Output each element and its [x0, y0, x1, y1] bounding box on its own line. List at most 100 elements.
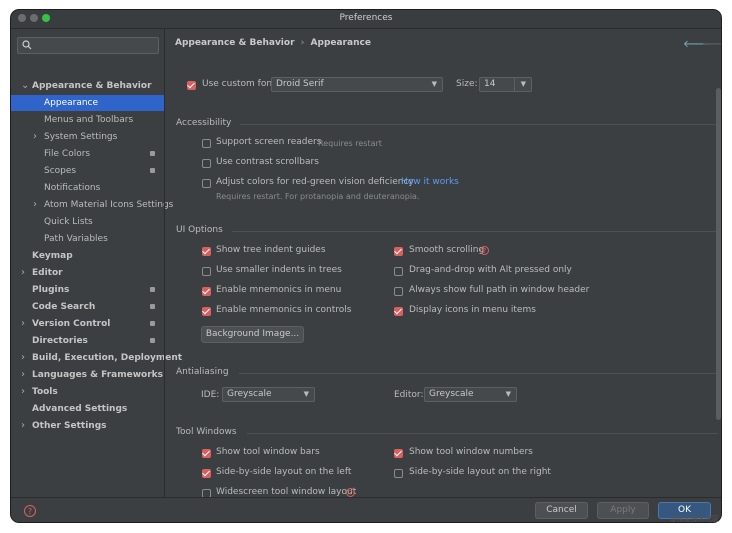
- sidebar-item[interactable]: ⌄ Appearance & Behavior: [11, 78, 164, 94]
- sidebar-item[interactable]: › System Settings: [11, 129, 164, 145]
- chevron-right-icon[interactable]: ›: [21, 367, 25, 383]
- sidebar-item[interactable]: Path Variables: [11, 231, 164, 247]
- sidebar-item-label: Directories: [32, 336, 88, 346]
- appearance-panel: Appearance & Behavior › Appearance 🡐 🡒 U…: [165, 29, 721, 498]
- use-custom-font-label: Use custom font:: [202, 79, 279, 89]
- ui-option-checkbox[interactable]: [202, 307, 211, 316]
- project-level-icon: [150, 287, 155, 292]
- chevron-down-icon: ▼: [303, 390, 309, 398]
- widescreen-layout-label: Widescreen tool window layout: [216, 487, 357, 497]
- ui-option-checkbox[interactable]: [202, 267, 211, 276]
- show-tool-window-bars-label: Show tool window bars: [216, 447, 320, 457]
- contrast-scrollbars-label: Use contrast scrollbars: [216, 157, 319, 167]
- chevron-right-icon[interactable]: ›: [21, 384, 25, 400]
- sidebar-item[interactable]: › Languages & Frameworks: [11, 367, 164, 383]
- antialiasing-title: Antialiasing: [176, 367, 229, 377]
- sidebar-item-label: Other Settings: [32, 421, 107, 431]
- section-divider: [232, 231, 718, 232]
- sidebar-item-label: Tools: [32, 387, 58, 397]
- cancel-button[interactable]: Cancel: [535, 502, 588, 519]
- chevron-right-icon[interactable]: ›: [33, 129, 37, 145]
- sidebar-item[interactable]: › Build, Execution, Deployment: [11, 350, 182, 366]
- forward-arrow-icon[interactable]: 🡒: [702, 38, 721, 50]
- chevron-down-icon: ▼: [520, 80, 526, 88]
- chevron-right-icon[interactable]: ›: [33, 197, 37, 213]
- dialog-footer: ? Cancel Apply OK: [11, 497, 721, 522]
- support-screen-readers-checkbox[interactable]: [202, 139, 211, 148]
- help-icon[interactable]: ?: [480, 246, 489, 255]
- help-icon[interactable]: ?: [346, 488, 355, 497]
- ui-option-label: Enable mnemonics in menu: [216, 285, 342, 295]
- sidebar-item[interactable]: Appearance: [11, 95, 164, 111]
- project-level-icon: [150, 168, 155, 173]
- accessibility-title: Accessibility: [176, 118, 232, 128]
- ui-option-label: Drag-and-drop with Alt pressed only: [409, 265, 572, 275]
- side-by-side-right-checkbox[interactable]: [394, 469, 403, 478]
- sidebar-item[interactable]: Quick Lists: [11, 214, 164, 230]
- sidebar-item[interactable]: › Version Control: [11, 316, 164, 332]
- sidebar-item[interactable]: › Other Settings: [11, 418, 164, 434]
- sidebar-item[interactable]: Advanced Settings: [11, 401, 164, 417]
- editor-antialiasing-value: Greyscale: [429, 389, 474, 399]
- ui-option-checkbox[interactable]: [202, 247, 211, 256]
- background-image-button[interactable]: Background Image...: [201, 326, 304, 343]
- font-family-combo[interactable]: Droid Serif ▼: [271, 77, 443, 92]
- sidebar-item[interactable]: Notifications: [11, 180, 164, 196]
- watermark: @稀金技术社区: [670, 515, 719, 523]
- chevron-right-icon[interactable]: ›: [21, 350, 25, 366]
- use-custom-font-checkbox[interactable]: [187, 81, 196, 90]
- side-by-side-left-checkbox[interactable]: [202, 469, 211, 478]
- ide-antialiasing-label: IDE:: [201, 390, 220, 400]
- chevron-right-icon[interactable]: ›: [21, 418, 25, 434]
- sidebar-item-label: Notifications: [44, 183, 101, 193]
- ui-options-title: UI Options: [176, 225, 223, 235]
- sidebar-item-label: Appearance: [44, 98, 99, 108]
- show-tool-window-numbers-checkbox[interactable]: [394, 449, 403, 458]
- apply-button[interactable]: Apply: [597, 502, 649, 519]
- sidebar-item-label: Appearance & Behavior: [32, 81, 152, 91]
- font-size-combo[interactable]: 14 ▼: [479, 77, 532, 92]
- vertical-scrollbar[interactable]: [716, 88, 721, 420]
- search-icon: [22, 40, 32, 50]
- breadcrumb-current: Appearance: [310, 38, 371, 48]
- ide-antialiasing-value: Greyscale: [227, 389, 272, 399]
- ui-option-checkbox[interactable]: [394, 267, 403, 276]
- ide-antialiasing-combo[interactable]: Greyscale ▼: [222, 387, 315, 402]
- chevron-down-icon[interactable]: ⌄: [21, 78, 29, 94]
- editor-antialiasing-combo[interactable]: Greyscale ▼: [424, 387, 517, 402]
- ui-option-label: Display icons in menu items: [409, 305, 536, 315]
- adjust-colors-label: Adjust colors for red-green vision defic…: [216, 177, 414, 187]
- sidebar-item[interactable]: Keymap: [11, 248, 164, 264]
- ui-option-checkbox[interactable]: [394, 247, 403, 256]
- sidebar-item[interactable]: › Tools: [11, 384, 164, 400]
- sidebar-item[interactable]: › Editor: [11, 265, 164, 281]
- sidebar-item[interactable]: › Atom Material Icons Settings: [11, 197, 173, 213]
- tool-windows-title: Tool Windows: [176, 427, 237, 437]
- sidebar-item[interactable]: Plugins: [11, 282, 164, 298]
- chevron-right-icon[interactable]: ›: [21, 316, 25, 332]
- side-by-side-left-label: Side-by-side layout on the left: [216, 467, 352, 477]
- sidebar-item[interactable]: File Colors: [11, 146, 164, 162]
- sidebar-item[interactable]: Directories: [11, 333, 164, 349]
- adjust-colors-checkbox[interactable]: [202, 179, 211, 188]
- sidebar-item-label: System Settings: [44, 132, 118, 142]
- chevron-right-icon[interactable]: ›: [21, 265, 25, 281]
- breadcrumb-separator: ›: [300, 38, 305, 48]
- ui-option-checkbox[interactable]: [394, 287, 403, 296]
- sidebar-item[interactable]: Menus and Toolbars: [11, 112, 164, 128]
- section-divider: [239, 373, 718, 374]
- ui-option-checkbox[interactable]: [394, 307, 403, 316]
- contrast-scrollbars-checkbox[interactable]: [202, 159, 211, 168]
- font-family-value: Droid Serif: [276, 79, 324, 89]
- side-by-side-right-label: Side-by-side layout on the right: [409, 467, 551, 477]
- settings-search-input[interactable]: [17, 37, 159, 54]
- show-tool-window-bars-checkbox[interactable]: [202, 449, 211, 458]
- sidebar-item[interactable]: Scopes: [11, 163, 164, 179]
- how-it-works-link[interactable]: How it works: [401, 177, 459, 187]
- combo-divider: [514, 78, 515, 91]
- ui-option-label: Show tree indent guides: [216, 245, 326, 255]
- sidebar-item-label: Plugins: [32, 285, 70, 295]
- ui-option-checkbox[interactable]: [202, 287, 211, 296]
- help-icon[interactable]: ?: [24, 505, 36, 517]
- sidebar-item[interactable]: Code Search: [11, 299, 164, 315]
